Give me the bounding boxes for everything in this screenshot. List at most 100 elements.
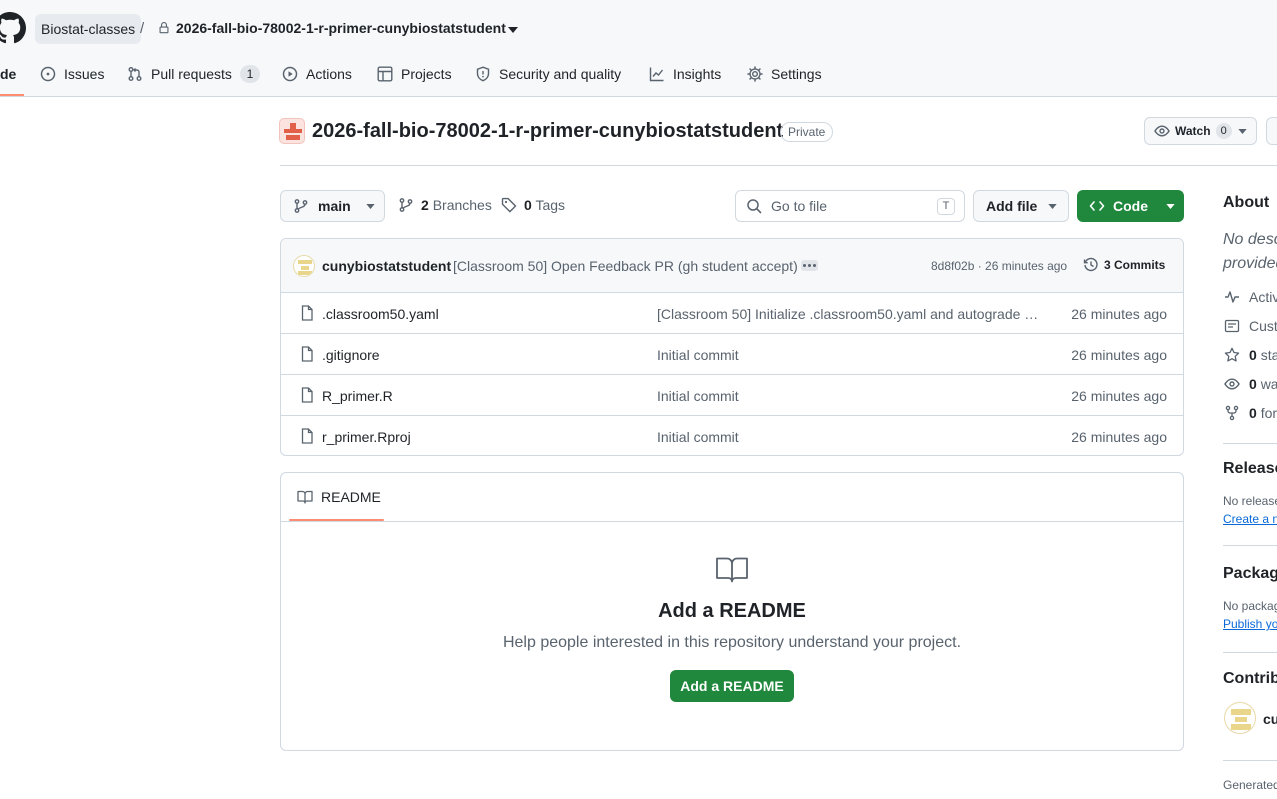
identicon-icon <box>298 260 312 275</box>
table-row[interactable]: R_primer.R Initial commit 26 minutes ago <box>281 375 1183 416</box>
activity-link[interactable]: Activ <box>1224 289 1277 305</box>
readme-panel: README Add a README Help people interest… <box>280 472 1184 751</box>
tags-link[interactable]: 0 Tags <box>501 197 565 213</box>
shield-icon <box>476 66 490 82</box>
branches-label: Branches <box>432 197 492 213</box>
avatar[interactable] <box>1224 702 1256 734</box>
issue-icon <box>40 66 56 82</box>
add-file-label: Add file <box>986 198 1038 214</box>
add-file-button[interactable]: Add file <box>973 190 1069 222</box>
tab-projects[interactable]: Projects <box>377 58 452 90</box>
repo-owner-avatar[interactable] <box>279 118 305 144</box>
contributors-heading[interactable]: Contrib <box>1223 670 1277 688</box>
pulse-icon <box>1225 291 1239 303</box>
visibility-badge: Private <box>780 122 834 142</box>
active-tab-underline <box>0 94 24 96</box>
create-release-link[interactable]: Create a n <box>1223 512 1277 526</box>
file-time: 26 minutes ago <box>1071 347 1167 363</box>
latest-commit-bar: cunybiostatstudent [Classroom 50] Open F… <box>281 239 1183 293</box>
avatar[interactable] <box>293 255 315 277</box>
tags-label: Tags <box>535 197 566 213</box>
stars-link[interactable]: 0 sta <box>1224 347 1277 363</box>
branches-count: 2 <box>421 197 429 213</box>
tab-readme[interactable]: README <box>297 489 381 505</box>
tab-insights[interactable]: Insights <box>649 58 721 90</box>
pull-request-icon <box>128 67 142 81</box>
branch-selector[interactable]: main <box>280 190 385 222</box>
ellipsis-icon[interactable] <box>801 260 818 271</box>
custom-properties-link[interactable]: Custo <box>1224 318 1277 334</box>
file-name[interactable]: R_primer.R <box>322 388 393 404</box>
branches-link[interactable]: 2 Branches <box>398 197 492 213</box>
file-time: 26 minutes ago <box>1071 429 1167 445</box>
history-icon <box>1083 257 1098 272</box>
watch-button[interactable]: Watch 0 <box>1144 117 1257 145</box>
watchers-label: wa <box>1260 376 1277 392</box>
commit-message[interactable]: [Classroom 50] Open Feedback PR (gh stud… <box>453 258 798 274</box>
file-name[interactable]: .gitignore <box>322 347 380 363</box>
table-row[interactable]: .classroom50.yaml [Classroom 50] Initial… <box>281 293 1183 334</box>
publish-package-link[interactable]: Publish yo <box>1223 617 1277 631</box>
code-icon <box>1089 201 1105 211</box>
code-button[interactable]: Code <box>1077 190 1184 222</box>
fork-button[interactable] <box>1266 117 1277 145</box>
activity-label: Activ <box>1249 289 1277 305</box>
tab-pull-requests[interactable]: Pull requests 1 <box>127 58 260 90</box>
file-name[interactable]: r_primer.Rproj <box>322 429 411 445</box>
commits-link[interactable]: 3 Commits <box>1083 257 1165 273</box>
eye-icon <box>1154 125 1170 137</box>
file-commit-message[interactable]: Initial commit <box>657 347 739 363</box>
table-row[interactable]: r_primer.Rproj Initial commit 26 minutes… <box>281 416 1183 455</box>
commit-author[interactable]: cunybiostatstudent <box>322 258 451 274</box>
search-icon <box>747 199 762 214</box>
tab-code[interactable]: de <box>0 58 16 90</box>
breadcrumb-repo[interactable]: 2026-fall-bio-78002-1-r-primer-cunybiost… <box>176 20 506 36</box>
go-to-file-input[interactable]: Go to file T <box>735 190 965 222</box>
fork-icon <box>1225 405 1239 421</box>
tab-issues[interactable]: Issues <box>40 58 104 90</box>
chevron-down-icon <box>1238 128 1247 134</box>
branch-name: main <box>318 198 351 214</box>
watchers-link[interactable]: 0 wa <box>1224 376 1277 392</box>
file-name[interactable]: .classroom50.yaml <box>322 306 439 322</box>
identicon-icon <box>1231 709 1251 730</box>
commit-hash-time[interactable]: 8d8f02b · 26 minutes ago <box>931 259 1067 273</box>
code-label: Code <box>1113 198 1148 214</box>
releases-heading[interactable]: Release <box>1223 460 1277 478</box>
file-commit-message[interactable]: [Classroom 50] Initialize .classroom50.y… <box>657 306 1042 322</box>
file-commit-message[interactable]: Initial commit <box>657 388 739 404</box>
tag-icon <box>501 197 517 213</box>
go-to-file-placeholder: Go to file <box>771 198 828 214</box>
file-table: cunybiostatstudent [Classroom 50] Open F… <box>280 238 1184 456</box>
file-time: 26 minutes ago <box>1071 306 1167 322</box>
github-logo-icon[interactable] <box>0 12 26 44</box>
tab-actions[interactable]: Actions <box>282 58 352 90</box>
repo-title[interactable]: 2026-fall-bio-78002-1-r-primer-cunybiost… <box>312 120 783 143</box>
book-icon <box>716 557 748 583</box>
breadcrumb-owner[interactable]: Biostat-classes <box>35 14 142 44</box>
tab-actions-label: Actions <box>306 66 352 82</box>
play-icon <box>282 66 298 82</box>
breadcrumb-separator: / <box>140 20 145 37</box>
sidebar-divider <box>1223 652 1277 653</box>
tab-settings[interactable]: Settings <box>747 58 822 90</box>
watch-label: Watch <box>1175 124 1211 138</box>
sidebar-divider <box>1223 760 1277 761</box>
file-icon <box>301 387 313 403</box>
table-row[interactable]: .gitignore Initial commit 26 minutes ago <box>281 334 1183 375</box>
file-commit-message[interactable]: Initial commit <box>657 429 739 445</box>
add-readme-button[interactable]: Add a README <box>670 670 794 702</box>
table-icon <box>377 66 393 82</box>
forks-link[interactable]: 0 for <box>1224 405 1277 421</box>
contributor-name[interactable]: cu <box>1263 711 1277 727</box>
shortcut-hint: T <box>937 198 955 215</box>
readme-tab-label: README <box>321 489 381 505</box>
tab-security[interactable]: Security and quality <box>475 58 621 90</box>
tab-projects-label: Projects <box>401 66 452 82</box>
tab-pull-requests-label: Pull requests <box>151 66 232 82</box>
chevron-down-icon[interactable] <box>508 27 518 33</box>
chevron-down-icon <box>1048 203 1058 209</box>
tab-insights-label: Insights <box>673 66 722 82</box>
about-description-line: provided <box>1223 255 1277 272</box>
book-icon <box>297 490 313 504</box>
